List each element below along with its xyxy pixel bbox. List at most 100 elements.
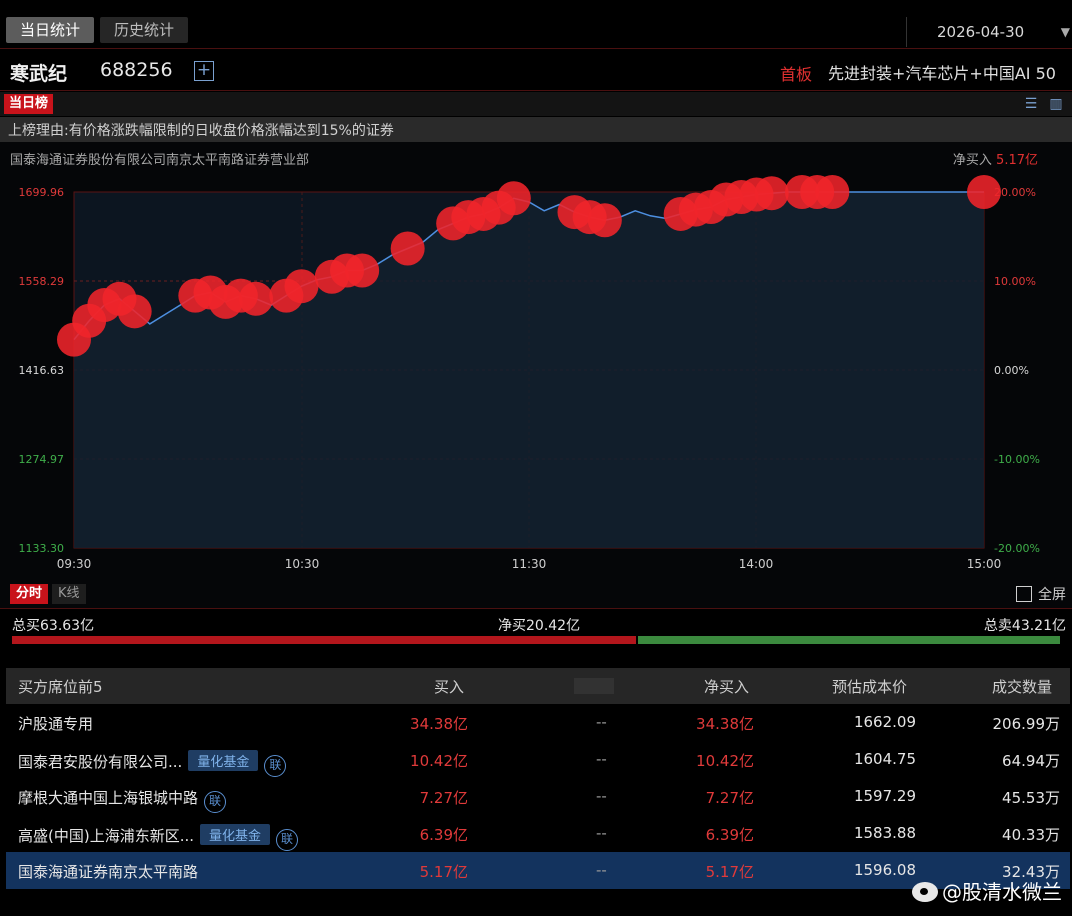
- price-chart: 1699.96 20.00%1558.29 10.00%1416.63 0.00%12…: [19, 175, 1040, 571]
- rank-bar: 当日榜 ☰ ▥: [0, 92, 1072, 116]
- x-tick-label: 14:00: [739, 557, 774, 571]
- col-buy[interactable]: 买入: [434, 676, 464, 697]
- trade-marker: [815, 175, 850, 209]
- divider: [0, 90, 1072, 91]
- rank-tag[interactable]: 当日榜: [4, 94, 54, 114]
- volume: 40.33万: [1002, 826, 1060, 844]
- net-amount: 10.42亿: [696, 752, 754, 770]
- stock-header: 寒武纪 688256 + 首板 先进封装+汽车芯片+中国AI 50: [0, 52, 1072, 90]
- table-row[interactable]: 沪股通专用 34.38亿 -- 34.38亿 1662.09 206.99万: [6, 704, 1070, 741]
- y-right-tick-label: -10.00%: [994, 453, 1040, 466]
- net-buy: 净买20.42亿: [498, 618, 581, 634]
- trade-marker: [967, 175, 1001, 209]
- sell-ratio-bar: [638, 636, 1060, 644]
- date-value: 2026-04-30: [937, 23, 1025, 41]
- divider: [0, 48, 1072, 49]
- chart-footer: 分时 K线 全屏: [0, 582, 1072, 606]
- tab-history-stats[interactable]: 历史统计: [100, 17, 188, 43]
- board-label: 首板: [780, 65, 813, 84]
- volume: 64.94万: [1002, 752, 1060, 770]
- col-volume[interactable]: 成交数量: [992, 676, 1052, 697]
- stock-code: 688256: [100, 59, 173, 81]
- x-tick-label: 15:00: [967, 557, 1002, 571]
- sell-amount: --: [596, 787, 607, 805]
- y-tick-label: 1133.30: [19, 542, 65, 555]
- trade-marker: [117, 294, 152, 329]
- table-row[interactable]: 摩根大通中国上海银城中路联 7.27亿 -- 7.27亿 1597.29 45.53万: [6, 778, 1070, 815]
- tab-timeshare[interactable]: 分时: [10, 584, 49, 604]
- trade-marker: [496, 181, 531, 216]
- trade-marker: [239, 281, 273, 316]
- seat-name: 摩根大通中国上海银城中路联: [18, 787, 227, 813]
- listing-reason: 上榜理由:有价格涨跌幅限制的日收盘价格涨幅达到15%的证券: [8, 123, 394, 139]
- volume: 45.53万: [1002, 789, 1060, 807]
- table-row[interactable]: 国泰海通证券南京太平南路 5.17亿 -- 5.17亿 1596.08 32.43万: [6, 852, 1070, 889]
- cost-price: 1583.88: [853, 824, 916, 842]
- date-selector[interactable]: 2026-04-30 ▼: [906, 17, 1072, 47]
- tab-kline[interactable]: K线: [52, 584, 86, 604]
- divider: [0, 608, 1072, 609]
- y-tick-label: 1558.29: [19, 275, 65, 288]
- trade-marker: [390, 231, 425, 266]
- col-net-buy[interactable]: 净买入: [704, 676, 749, 697]
- quant-fund-badge[interactable]: 量化基金: [200, 824, 271, 845]
- seat-name: 国泰君安股份有限公司... 量化基金联: [18, 750, 287, 777]
- col-name: 买方席位前5: [18, 678, 103, 696]
- buy-amount: 6.39亿: [419, 826, 468, 844]
- sell-amount: --: [596, 750, 607, 768]
- buy-amount: 5.17亿: [419, 863, 468, 881]
- fullscreen-icon: [1016, 586, 1032, 602]
- buy-amount: 34.38亿: [410, 715, 468, 733]
- linked-icon[interactable]: 联: [264, 755, 287, 777]
- y-tick-label: 1699.96: [19, 186, 65, 199]
- y-right-tick-label: 10.00%: [994, 275, 1036, 288]
- net-amount: 34.38亿: [696, 715, 754, 733]
- total-buy: 总买63.63亿: [12, 618, 95, 634]
- col-cost[interactable]: 预估成本价: [832, 676, 907, 697]
- seat-name: 沪股通专用: [18, 715, 94, 733]
- trade-marker: [284, 269, 319, 304]
- trade-marker: [587, 203, 622, 238]
- sell-amount: --: [596, 824, 607, 842]
- col-sell-placeholder: [574, 678, 614, 694]
- y-right-tick-label: -20.00%: [994, 542, 1040, 555]
- quant-fund-badge[interactable]: 量化基金: [188, 750, 259, 771]
- seat-name: 国泰海通证券南京太平南路: [18, 863, 199, 881]
- table-row[interactable]: 高盛(中国)上海浦东新区... 量化基金联 6.39亿 -- 6.39亿 1583.88 4…: [6, 815, 1070, 852]
- total-sell: 总卖43.21亿: [983, 618, 1066, 634]
- reason-bar: 上榜理由:有价格涨跌幅限制的日收盘价格涨幅达到15%的证券: [0, 117, 1072, 142]
- table-row[interactable]: 国泰君安股份有限公司... 量化基金联 10.42亿 -- 10.42亿 1604.75 6…: [6, 741, 1070, 778]
- x-tick-label: 10:30: [285, 557, 320, 571]
- bar-view-icon[interactable]: ▥: [1047, 95, 1065, 113]
- intraday-chart: 国泰海通证券股份有限公司南京太平南路证券营业部 净买入 5.17亿 1699.9…: [0, 142, 1072, 608]
- x-tick-label: 11:30: [512, 557, 547, 571]
- cost-price: 1596.08: [853, 861, 916, 879]
- volume: 206.99万: [992, 715, 1061, 733]
- flow-summary: 总买63.63亿 净买20.42亿 总卖43.21亿: [0, 612, 1072, 652]
- add-watchlist-button[interactable]: +: [194, 61, 214, 81]
- buy-amount: 7.27亿: [419, 789, 468, 807]
- x-tick-label: 09:30: [57, 557, 92, 571]
- list-view-icon[interactable]: ☰: [1022, 95, 1040, 113]
- tab-today-stats[interactable]: 当日统计: [6, 17, 94, 43]
- weibo-icon: [912, 882, 938, 902]
- chevron-down-icon: ▼: [1060, 25, 1070, 39]
- cost-price: 1662.09: [853, 713, 916, 731]
- net-amount: 7.27亿: [705, 789, 754, 807]
- cost-price: 1604.75: [853, 750, 916, 768]
- y-tick-label: 1274.97: [19, 453, 65, 466]
- y-right-tick-label: 0.00%: [994, 364, 1029, 377]
- buy-ratio-bar: [12, 636, 636, 644]
- linked-icon[interactable]: 联: [204, 791, 227, 813]
- seat-name: 高盛(中国)上海浦东新区... 量化基金联: [18, 824, 299, 851]
- cost-price: 1597.29: [853, 787, 916, 805]
- fullscreen-button[interactable]: 全屏: [1016, 584, 1066, 604]
- stock-name: 寒武纪: [10, 63, 68, 85]
- y-tick-label: 1416.63: [19, 364, 65, 377]
- linked-icon[interactable]: 联: [276, 829, 299, 851]
- concept-tags: 先进封装+汽车芯片+中国AI 50: [828, 64, 1056, 83]
- net-amount: 5.17亿: [705, 863, 754, 881]
- watermark: @股清水微兰: [912, 876, 1062, 905]
- top-bar: 当日统计 历史统计 2026-04-30 ▼: [0, 10, 1072, 48]
- trade-marker: [754, 176, 789, 211]
